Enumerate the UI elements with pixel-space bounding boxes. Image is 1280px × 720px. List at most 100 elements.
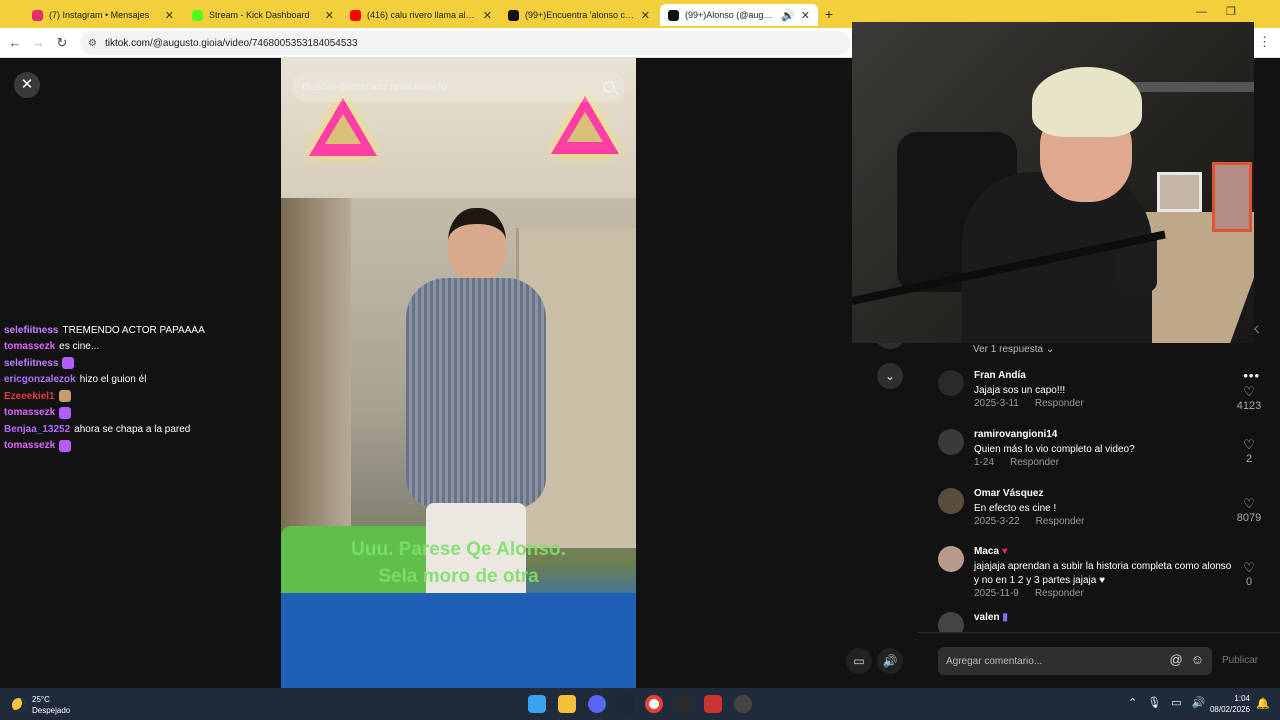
back-icon[interactable]: ← [6, 34, 24, 52]
like-button[interactable]: ♡ 2 [1234, 437, 1264, 465]
publish-button[interactable]: Publicar [1222, 655, 1258, 666]
emoji-icon[interactable]: ☺ [1191, 652, 1204, 667]
chat-message: tomassezk [4, 405, 264, 422]
new-tab-button[interactable]: + [820, 4, 838, 24]
chat-username[interactable]: tomassezk [4, 341, 55, 352]
audio-icon[interactable]: 🔊 [781, 9, 795, 22]
reply-button[interactable]: Responder [1036, 516, 1085, 527]
comment-username[interactable]: Maca ♥ [974, 546, 1008, 557]
emote-icon [59, 406, 72, 419]
close-tab-icon[interactable]: ✕ [325, 9, 334, 22]
capture-app-icon[interactable] [704, 695, 722, 713]
tab-instagram[interactable]: (7) Instagram • Mensajes ✕ [24, 4, 182, 26]
next-video-button[interactable]: ⌄ [877, 363, 903, 389]
clock[interactable]: 1:04 08/02/2026 [1206, 693, 1250, 715]
kick-icon [192, 9, 203, 21]
close-tab-icon[interactable]: ✕ [483, 9, 492, 22]
avatar[interactable] [938, 612, 964, 632]
minimize-icon[interactable]: — [1196, 6, 1207, 18]
file-explorer-icon[interactable] [558, 695, 576, 713]
notification-icon[interactable]: 🔔 [1256, 697, 1270, 710]
view-replies-link[interactable]: Ver 1 respuesta ⌄ [973, 344, 1054, 355]
comments-panel: Ver 1 respuesta ⌄ Fran Andía Jajaja sos … [918, 342, 1280, 632]
tab-kick-dashboard[interactable]: Stream - Kick Dashboard ✕ [184, 4, 342, 26]
site-info-icon[interactable]: ⚙ [88, 38, 97, 49]
reload-icon[interactable]: ↻ [53, 34, 71, 52]
weather-widget[interactable]: 25°C Despejado [12, 694, 70, 716]
discord-icon[interactable] [588, 695, 606, 713]
network-icon[interactable]: ▭ [1171, 696, 1181, 709]
chat-username[interactable]: selefiitness [4, 358, 58, 369]
emote-icon [58, 390, 71, 403]
chat-username[interactable]: selefiitness [4, 325, 58, 336]
volume-icon[interactable]: 🔊 [877, 648, 903, 674]
chat-text: TREMENDO ACTOR PAPAAAA [62, 324, 205, 336]
tab-tiktok-search[interactable]: (99+)Encuentra 'alonso calu rive ✕ [500, 4, 658, 26]
video-wall [281, 198, 351, 558]
avatar[interactable] [938, 546, 964, 572]
microphone-icon[interactable]: 🎙 [1147, 696, 1161, 709]
tab-tiktok-video[interactable]: (99+)Alonso (@augusto.gio 🔊 ✕ [660, 4, 818, 26]
triangle-light-right [551, 96, 619, 154]
chat-username[interactable]: ericgonzalezok [4, 374, 76, 385]
chat-username[interactable]: tomassezk [4, 407, 55, 418]
close-video-button[interactable]: ✕ [14, 72, 40, 98]
reply-button[interactable]: Responder [1035, 588, 1084, 599]
like-button[interactable]: ♡ 0 [1234, 560, 1264, 588]
youtube-icon [350, 9, 361, 21]
app-icon[interactable] [675, 695, 693, 713]
close-tab-icon[interactable]: ✕ [801, 9, 810, 22]
comment-username[interactable]: ramirovangioni14 [974, 429, 1057, 440]
forward-icon[interactable]: → [29, 34, 47, 52]
chat-message: Ezeeekiel1 [4, 388, 264, 405]
chat-username[interactable]: Benjaa_13252 [4, 424, 70, 435]
chrome-icon[interactable] [645, 695, 663, 713]
chat-message: ericgonzalezok hizo el guion él [4, 372, 264, 389]
video-player[interactable]: Uuu. Parese Qe Alonso. Sela moro de otra… [281, 58, 636, 688]
emote-icon [62, 357, 75, 370]
more-options-icon[interactable]: ••• [1243, 368, 1260, 383]
heart-emoji-icon: ♥ [1001, 546, 1008, 557]
like-button[interactable]: ♡ 8079 [1234, 496, 1264, 524]
speaker-icon[interactable]: 🔊 [1192, 696, 1206, 709]
windows-start-icon[interactable] [528, 695, 546, 713]
address-bar[interactable]: ⚙ tiktok.com/@augusto.gioia/video/746800… [80, 31, 850, 55]
like-button[interactable]: ♡ 4123 [1234, 384, 1264, 412]
comment-date: 2025-3-22 [974, 516, 1020, 527]
avatar[interactable] [938, 488, 964, 514]
comment-item: Fran Andía Jajaja sos un capo!!! 2025-3-… [938, 368, 1278, 420]
tab-youtube[interactable]: (416) calu rivero llama alonso - ✕ [342, 4, 500, 26]
chat-username[interactable]: Ezeeekiel1 [4, 391, 55, 402]
comment-input[interactable]: Agregar comentario... @ ☺ [938, 647, 1212, 675]
chevron-up-icon[interactable]: ⌃ [1128, 696, 1137, 709]
chat-message: selefiitness TREMENDO ACTOR PAPAAAA [4, 322, 264, 339]
chat-username[interactable]: tomassezk [4, 440, 55, 451]
close-tab-icon[interactable]: ✕ [641, 9, 650, 22]
instagram-icon [32, 9, 43, 21]
triangle-light-left [309, 98, 377, 156]
settings-app-icon[interactable] [734, 695, 752, 713]
browser-menu-icon[interactable]: ⋮ [1258, 34, 1271, 50]
miniplayer-icon[interactable]: ▭ [846, 648, 872, 674]
search-icon[interactable] [603, 81, 615, 93]
comment-username[interactable]: Fran Andía [974, 370, 1026, 381]
maximize-icon[interactable]: ❐ [1226, 5, 1236, 18]
chat-message: tomassezk es cine... [4, 339, 264, 356]
comment-username[interactable]: Omar Vásquez [974, 488, 1043, 499]
steam-icon[interactable] [616, 695, 634, 713]
comment-item: ramirovangioni14 Quien más lo vio comple… [938, 429, 1278, 479]
close-tab-icon[interactable]: ✕ [165, 9, 174, 22]
comment-date: 2025-3-11 [974, 398, 1019, 409]
avatar[interactable] [938, 370, 964, 396]
reply-button[interactable]: Responder [1035, 398, 1084, 409]
chat-message: Benjaa_13252 ahora se chapa a la pared [4, 421, 264, 438]
mention-icon[interactable]: @ [1170, 652, 1183, 667]
stream-chat: selefiitness TREMENDO ACTOR PAPAAAA tomass… [4, 322, 264, 454]
avatar[interactable] [938, 429, 964, 455]
comment-text: Jajaja sos un capo!!! [974, 385, 1066, 396]
tiktok-icon [668, 9, 679, 21]
comment-username[interactable]: valen ▮ [974, 612, 1008, 623]
related-search-input[interactable]: Buscar contenido relacionado [292, 72, 625, 102]
taskbar: 25°C Despejado ⌃ 🎙 ▭ 🔊 1:04 08/02/2026 🔔 [0, 688, 1280, 720]
reply-button[interactable]: Responder [1010, 457, 1059, 468]
